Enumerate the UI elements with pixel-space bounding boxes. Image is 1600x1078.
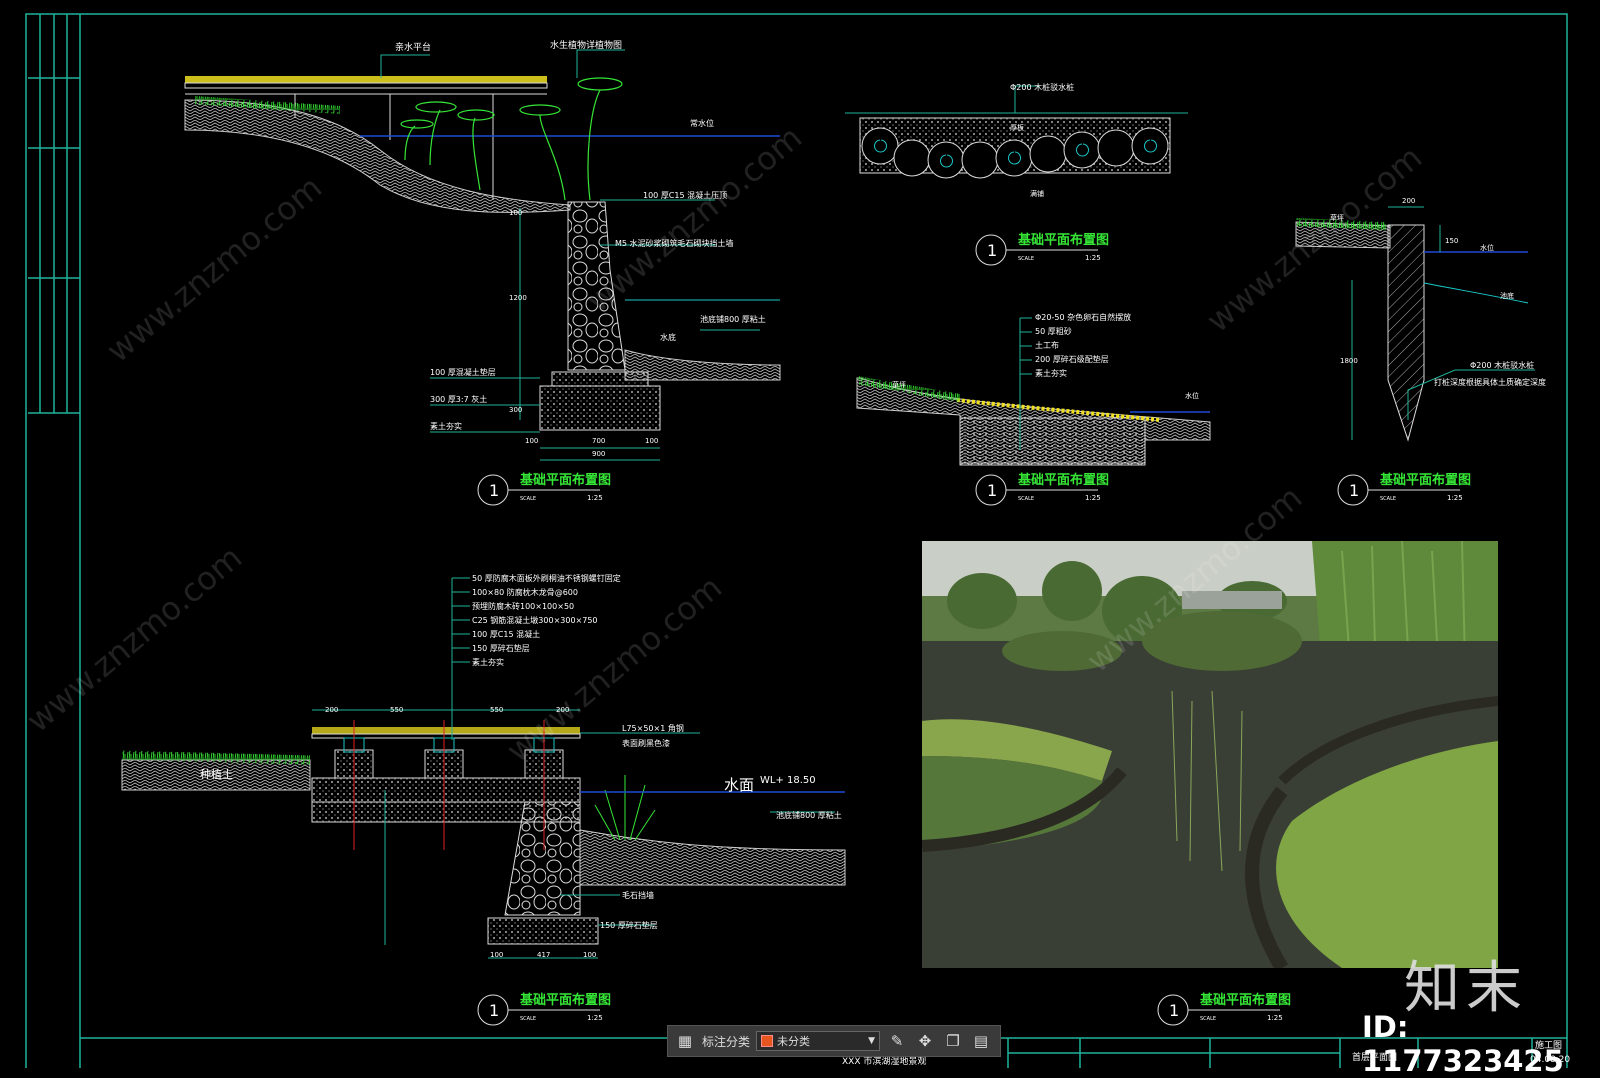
s4-dim-top: 200 bbox=[1402, 197, 1415, 205]
drawing-title-3: 1 基础平面布置图 SCALE 1:25 bbox=[975, 472, 1109, 506]
s5-label-wl: WL+ 18.50 bbox=[760, 775, 816, 786]
s1-label-e: 100 厚混凝土垫层 bbox=[430, 367, 496, 377]
s3-label-3: 土工布 bbox=[1035, 340, 1059, 350]
s5-label-wall: 毛石挡墙 bbox=[622, 890, 654, 900]
section-log-piles: Φ200 木桩驳水桩 厚板 满铺 bbox=[845, 82, 1188, 198]
s3-label-5: 素土夯实 bbox=[1035, 368, 1067, 378]
s5-label-paint: 表面刷黑色漆 bbox=[622, 738, 670, 748]
svg-text:1:25: 1:25 bbox=[1085, 254, 1101, 262]
svg-text:1:25: 1:25 bbox=[1267, 1014, 1283, 1022]
svg-text:1: 1 bbox=[489, 481, 499, 500]
drawing-title-5: 1 基础平面布置图 SCALE 1:25 bbox=[477, 992, 611, 1026]
svg-text:1:25: 1:25 bbox=[587, 494, 603, 502]
s3-label-1: Φ20-50 杂色卵石自然摆放 bbox=[1035, 312, 1131, 322]
toolbar-label: 标注分类 bbox=[702, 1034, 751, 1049]
svg-text:1: 1 bbox=[1169, 1001, 1179, 1020]
s4-label-bed: 池底 bbox=[1500, 291, 1514, 300]
s5-label-base: 150 厚碎石垫层 bbox=[600, 920, 658, 930]
s4-dim-tall: 1800 bbox=[1340, 357, 1358, 365]
s5-label-2: 100×80 防腐枕木龙骨@600 bbox=[472, 587, 578, 597]
drawing-title-1: 1 基础平面布置图 SCALE 1:25 bbox=[477, 472, 611, 506]
reference-photo bbox=[922, 541, 1498, 968]
copy-icon[interactable]: ❐ bbox=[942, 1030, 964, 1052]
annotation-toolbar: ▦ 标注分类 未分类 ▼ ✎ ✥ ❐ ▤ bbox=[667, 1025, 1001, 1057]
s5-dim-e: 100 bbox=[490, 951, 503, 959]
s3-label-4: 200 厚碎石级配垫层 bbox=[1035, 354, 1109, 364]
svg-text:基础平面布置图: 基础平面布置图 bbox=[1017, 472, 1109, 488]
svg-text:基础平面布置图: 基础平面布置图 bbox=[519, 992, 611, 1008]
s3-label-2: 50 厚粗砂 bbox=[1035, 326, 1072, 336]
section-retaining-wall: 亲水平台 水生植物详植物图 常水位 100 厚C15 混凝土压顶 M5 水泥砂浆… bbox=[184, 39, 781, 461]
svg-text:1: 1 bbox=[1349, 481, 1359, 500]
svg-text:SCALE: SCALE bbox=[1018, 256, 1034, 262]
s3-label-water: 水位 bbox=[1185, 391, 1199, 400]
chevron-down-icon: ▼ bbox=[868, 1036, 876, 1046]
s1-dim-7: 900 bbox=[592, 450, 605, 458]
svg-text:1:25: 1:25 bbox=[587, 1014, 603, 1022]
svg-text:SCALE: SCALE bbox=[1018, 496, 1034, 502]
svg-text:1:25: 1:25 bbox=[1447, 494, 1463, 502]
svg-text:1: 1 bbox=[489, 1001, 499, 1020]
s4-dim-side: 150 bbox=[1445, 237, 1458, 245]
s4-label-pile1: Φ200 木桩驳水桩 bbox=[1470, 360, 1534, 370]
svg-text:SCALE: SCALE bbox=[1380, 496, 1396, 502]
s1-dim-4: 100 bbox=[525, 437, 538, 445]
svg-text:1:25: 1:25 bbox=[1085, 494, 1101, 502]
svg-text:SCALE: SCALE bbox=[520, 1016, 536, 1022]
s5-dim-b: 550 bbox=[390, 706, 403, 714]
s1-label-c: 池底铺800 厚粘土 bbox=[700, 314, 766, 324]
svg-text:1: 1 bbox=[987, 481, 997, 500]
drawing-title-4: 1 基础平面布置图 SCALE 1:25 bbox=[1337, 472, 1471, 506]
s2-label-mid: 厚板 bbox=[1010, 123, 1024, 132]
drawing-title-2: 1 基础平面布置图 SCALE 1:25 bbox=[975, 232, 1109, 266]
s4-label-pile2: 打桩深度根据具体土质确定深度 bbox=[1434, 377, 1546, 387]
svg-text:1: 1 bbox=[987, 241, 997, 260]
s1-label-top2: 水生植物详植物图 bbox=[550, 39, 622, 51]
s5-label-angle: L75×50×1 角钢 bbox=[622, 723, 684, 733]
s1-label-g: 素土夯实 bbox=[430, 421, 462, 431]
s5-label-1: 50 厚防腐木面板外刷桐油不锈钢螺钉固定 bbox=[472, 573, 621, 583]
section-gravel-bank: Φ20-50 杂色卵石自然摆放 50 厚粗砂 土工布 200 厚碎石级配垫层 素… bbox=[856, 312, 1211, 466]
s5-label-5: 100 厚C15 混凝土 bbox=[472, 629, 540, 639]
s5-label-3: 预埋防腐木砖100×100×50 bbox=[472, 601, 574, 611]
s1-dim-2: 1200 bbox=[509, 294, 527, 302]
svg-text:基础平面布置图: 基础平面布置图 bbox=[519, 472, 611, 488]
category-color-swatch bbox=[761, 1035, 774, 1047]
s5-label-water: 水面 bbox=[724, 776, 754, 794]
s5-label-7: 素土夯实 bbox=[472, 657, 504, 667]
s1-label-top1: 亲水平台 bbox=[395, 41, 431, 53]
category-selected-value: 未分类 bbox=[777, 1035, 811, 1048]
s1-dim-5: 700 bbox=[592, 437, 605, 445]
drawing-title-6: 1 基础平面布置图 SCALE 1:25 bbox=[1157, 992, 1291, 1026]
category-select[interactable]: 未分类 ▼ bbox=[756, 1031, 881, 1051]
svg-text:SCALE: SCALE bbox=[520, 496, 536, 502]
move-icon[interactable]: ✥ bbox=[914, 1030, 936, 1052]
s3-label-grass: 草坪 bbox=[892, 380, 906, 389]
svg-text:基础平面布置图: 基础平面布置图 bbox=[1017, 232, 1109, 248]
s1-dim-6: 100 bbox=[645, 437, 658, 445]
section-timber-deck: 50 厚防腐木面板外刷桐油不锈钢螺钉固定 100×80 防腐枕木龙骨@600 预… bbox=[121, 573, 846, 959]
s1-dim-1: 100 bbox=[509, 209, 522, 217]
svg-text:基础平面布置图: 基础平面布置图 bbox=[1379, 472, 1471, 488]
s5-label-6: 150 厚碎石垫层 bbox=[472, 643, 530, 653]
s2-label-top: Φ200 木桩驳水桩 bbox=[1010, 82, 1074, 92]
s5-label-soil: 种植土 bbox=[200, 767, 233, 781]
s1-dim-3: 300 bbox=[509, 406, 522, 414]
s1-label-d: 水底 bbox=[660, 332, 676, 342]
s5-dim-a: 200 bbox=[325, 706, 338, 714]
svg-text:基础平面布置图: 基础平面布置图 bbox=[1199, 992, 1291, 1008]
svg-text:SCALE: SCALE bbox=[1200, 1016, 1216, 1022]
s5-label-bed: 池底铺800 厚粘土 bbox=[776, 810, 842, 820]
s5-dim-c: 550 bbox=[490, 706, 503, 714]
paste-icon[interactable]: ▤ bbox=[970, 1030, 992, 1052]
grid-icon[interactable]: ▦ bbox=[674, 1030, 696, 1052]
s1-label-water: 常水位 bbox=[690, 118, 714, 128]
s2-label-bottom: 满铺 bbox=[1030, 189, 1044, 198]
edit-icon[interactable]: ✎ bbox=[886, 1030, 908, 1052]
s5-label-4: C25 钢筋混凝土墩300×300×750 bbox=[472, 615, 598, 625]
s5-dim-f: 417 bbox=[537, 951, 550, 959]
s5-dim-g: 100 bbox=[583, 951, 596, 959]
s4-label-water: 水位 bbox=[1480, 243, 1494, 252]
s1-label-f: 300 厚3:7 灰土 bbox=[430, 394, 487, 404]
